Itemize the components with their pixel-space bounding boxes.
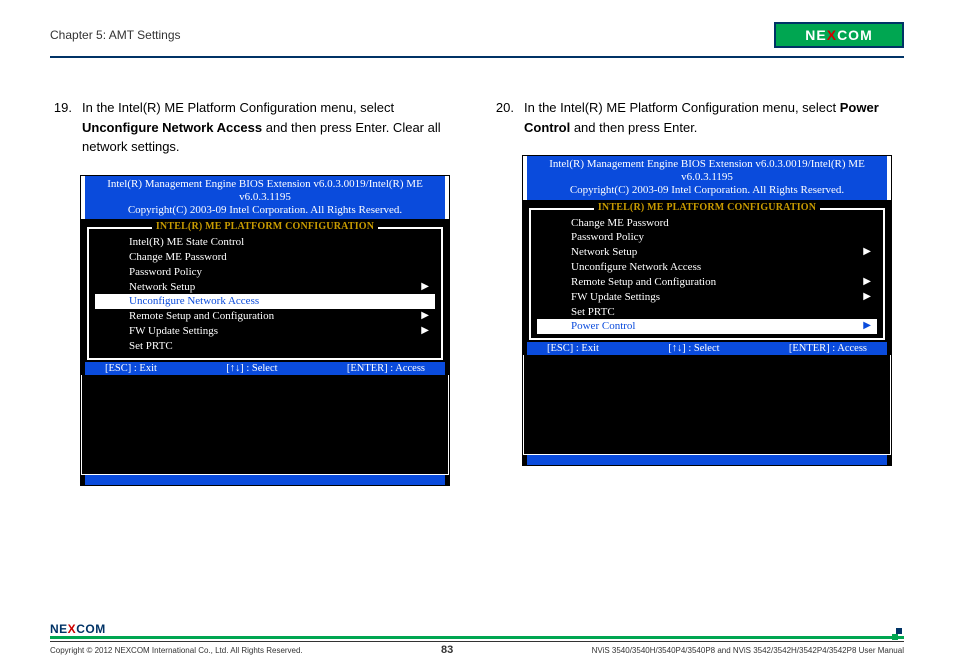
submenu-arrow-icon: ▶ — [863, 275, 871, 290]
content-columns: 19. In the Intel(R) ME Platform Configur… — [50, 98, 904, 486]
step-text: In the Intel(R) ME Platform Configuratio… — [82, 98, 462, 157]
bios-menu-item[interactable]: Unconfigure Network Access — [95, 294, 435, 309]
bios-menu-item[interactable]: Remote Setup and Configuration▶ — [531, 275, 883, 290]
submenu-arrow-icon: ▶ — [421, 309, 429, 324]
header-rule — [50, 56, 904, 58]
copyright-text: Copyright © 2012 NEXCOM International Co… — [50, 646, 303, 655]
bios-title-bar: Intel(R) Management Engine BIOS Extensio… — [523, 156, 891, 200]
manual-title: NViS 3540/3540H/3540P4/3540P8 and NViS 3… — [592, 646, 904, 655]
bios-menu-item[interactable]: Remote Setup and Configuration▶ — [89, 309, 441, 324]
bios-section-title: INTEL(R) ME PLATFORM CONFIGURATION — [531, 202, 883, 213]
bios-menu-box: INTEL(R) ME PLATFORM CONFIGURATION Chang… — [529, 208, 885, 341]
bios-menu-item[interactable]: Set PRTC — [89, 339, 441, 354]
bios-menu-box: INTEL(R) ME PLATFORM CONFIGURATION Intel… — [87, 227, 443, 360]
bios-menu-item[interactable]: Set PRTC — [531, 305, 883, 320]
bios-lower-area — [523, 355, 891, 455]
page-header: Chapter 5: AMT Settings NEXCOM — [50, 20, 904, 50]
bios-nav-bar: [ESC] : Exit [↑↓] : Select [ENTER] : Acc… — [81, 362, 449, 375]
bios-screen-left: Intel(R) Management Engine BIOS Extensio… — [80, 175, 450, 486]
step-number: 20. — [492, 98, 514, 137]
submenu-arrow-icon: ▶ — [863, 245, 871, 260]
bios-menu-item[interactable]: Password Policy — [89, 265, 441, 280]
nexcom-logo: NEXCOM — [774, 22, 904, 48]
bios-menu-item[interactable]: FW Update Settings▶ — [531, 290, 883, 305]
bios-menu-item[interactable]: FW Update Settings▶ — [89, 324, 441, 339]
bios-screen-right: Intel(R) Management Engine BIOS Extensio… — [522, 155, 892, 466]
bios-menu-item[interactable]: Network Setup▶ — [531, 245, 883, 260]
submenu-arrow-icon: ▶ — [421, 324, 429, 339]
bios-menu-item[interactable]: Network Setup▶ — [89, 280, 441, 295]
bios-menu-item[interactable]: Password Policy — [531, 230, 883, 245]
bios-bottom-bar — [81, 475, 449, 485]
bios-nav-bar: [ESC] : Exit [↑↓] : Select [ENTER] : Acc… — [523, 342, 891, 355]
step-text: In the Intel(R) ME Platform Configuratio… — [524, 98, 904, 137]
bios-menu-item[interactable]: Power Control▶ — [537, 319, 877, 334]
bios-menu-item[interactable]: Intel(R) ME State Control — [89, 235, 441, 250]
step-19: 19. In the Intel(R) ME Platform Configur… — [50, 98, 462, 157]
bios-menu-item[interactable]: Change ME Password — [531, 216, 883, 231]
bios-section-title: INTEL(R) ME PLATFORM CONFIGURATION — [89, 221, 441, 232]
page-number: 83 — [441, 644, 453, 656]
submenu-arrow-icon: ▶ — [863, 290, 871, 305]
step-number: 19. — [50, 98, 72, 157]
bios-menu-left: Intel(R) ME State ControlChange ME Passw… — [89, 235, 441, 354]
bios-menu-right: Change ME PasswordPassword PolicyNetwork… — [531, 216, 883, 335]
page-footer: NEXCOM Copyright © 2012 NEXCOM Internati… — [50, 622, 904, 656]
bios-menu-item[interactable]: Change ME Password — [89, 250, 441, 265]
submenu-arrow-icon: ▶ — [421, 280, 429, 295]
footer-logo: NEXCOM — [50, 622, 904, 636]
bios-menu-item[interactable]: Unconfigure Network Access — [531, 260, 883, 275]
chapter-title: Chapter 5: AMT Settings — [50, 28, 181, 42]
left-column: 19. In the Intel(R) ME Platform Configur… — [50, 98, 462, 486]
step-20: 20. In the Intel(R) ME Platform Configur… — [492, 98, 904, 137]
submenu-arrow-icon: ▶ — [863, 319, 871, 334]
right-column: 20. In the Intel(R) ME Platform Configur… — [492, 98, 904, 486]
bios-bottom-bar — [523, 455, 891, 465]
bios-title-bar: Intel(R) Management Engine BIOS Extensio… — [81, 176, 449, 220]
bios-lower-area — [81, 375, 449, 475]
